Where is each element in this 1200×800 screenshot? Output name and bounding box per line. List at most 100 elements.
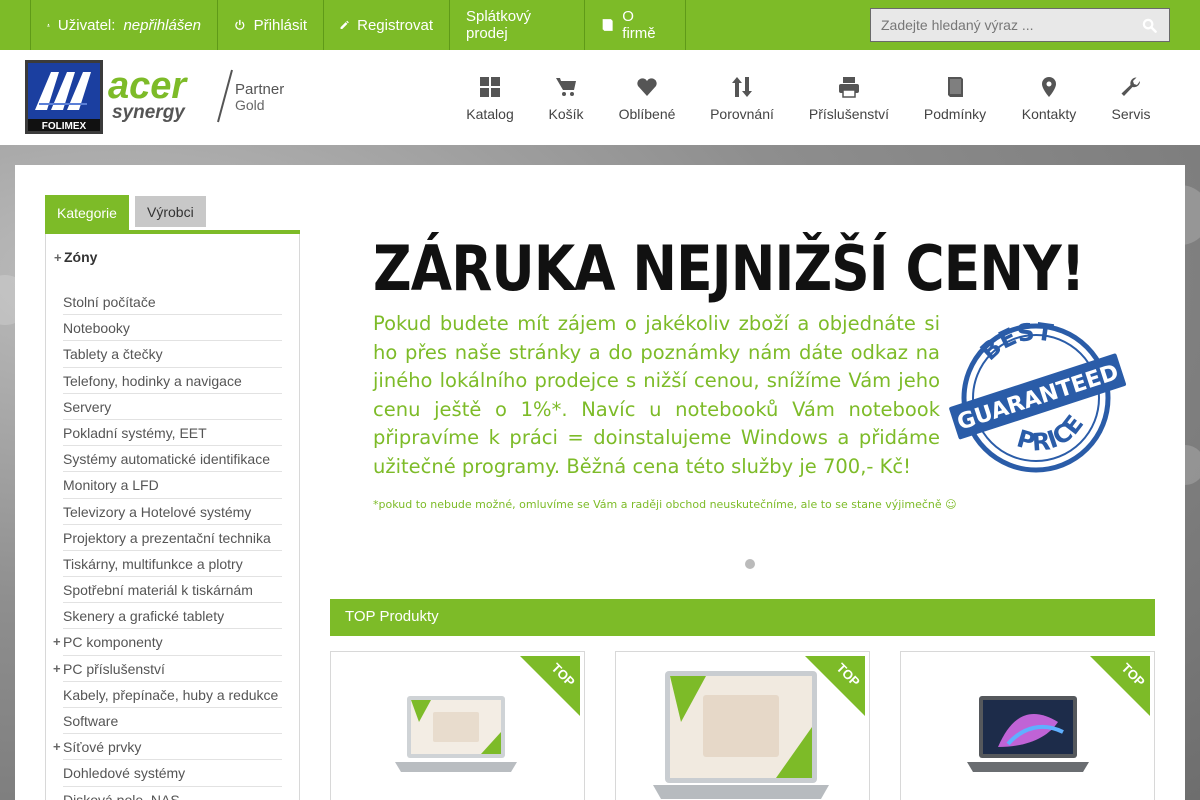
expand-plus-icon: + xyxy=(53,739,61,755)
about-link[interactable]: O firmě xyxy=(584,0,686,50)
nav-service-label: Servis xyxy=(1111,106,1151,122)
category-item[interactable]: Dohledové systémy xyxy=(63,760,282,787)
search-icon[interactable] xyxy=(1142,18,1157,33)
user-status[interactable]: Uživatel: nepřihlášen xyxy=(30,0,217,50)
top-badge: TOP xyxy=(520,656,580,716)
book-icon xyxy=(602,19,613,31)
laptop-image xyxy=(395,696,517,772)
nav-contacts[interactable]: Kontakty xyxy=(1018,76,1080,136)
pencil-icon xyxy=(340,20,349,29)
category-item[interactable]: Servery xyxy=(63,394,282,420)
category-zones-label: Zóny xyxy=(64,249,98,265)
search-box xyxy=(870,8,1170,42)
banner-title: ZÁRUKA NEJNIŽŠÍ CENY! xyxy=(373,232,1085,305)
nav-contacts-label: Kontakty xyxy=(1021,106,1077,122)
promo-banner[interactable]: ZÁRUKA NEJNIŽŠÍ CENY! Pokud budete mít z… xyxy=(330,210,1155,550)
cart-icon xyxy=(556,78,576,96)
product-card[interactable]: TOP xyxy=(615,651,870,800)
grid-icon xyxy=(480,77,500,97)
expand-plus-icon: + xyxy=(54,249,62,265)
nav-accessories[interactable]: Příslušenství xyxy=(805,76,893,136)
sort-arrows-icon xyxy=(732,77,752,97)
nav-terms[interactable]: Podmínky xyxy=(920,76,990,136)
header: FOLIMEX acer synergy Partner Gold Katalo… xyxy=(0,50,1200,145)
expand-plus-icon: + xyxy=(53,634,61,650)
nav-compare-label: Porovnání xyxy=(710,106,774,122)
laptop-image xyxy=(967,696,1089,772)
category-item[interactable]: Stolní počítače xyxy=(63,289,282,316)
category-item-label: Síťové prvky xyxy=(63,739,142,756)
banner-text: Pokud budete mít zájem o jakékoliv zboží… xyxy=(373,312,940,478)
power-icon xyxy=(235,19,245,30)
partner-label: Partner xyxy=(235,81,284,98)
nav-terms-label: Podmínky xyxy=(923,106,987,122)
category-item[interactable]: Projektory a prezentační technika xyxy=(63,525,282,551)
category-item-expandable[interactable]: + PC příslušenství xyxy=(53,656,282,682)
nav-catalog[interactable]: Katalog xyxy=(462,76,518,136)
book-icon xyxy=(948,77,963,97)
category-item-label: PC komponenty xyxy=(63,634,163,651)
user-icon xyxy=(47,23,50,27)
category-item[interactable]: Software xyxy=(63,708,282,735)
top-badge: TOP xyxy=(1090,656,1150,716)
nav-accessories-label: Příslušenství xyxy=(808,106,890,122)
category-item[interactable]: Notebooky xyxy=(63,315,282,342)
heart-icon xyxy=(637,78,657,96)
register-label: Registrovat xyxy=(357,16,433,34)
user-label: Uživatel: xyxy=(57,16,116,34)
about-label: O firmě xyxy=(622,8,656,42)
synergy-wordmark: synergy xyxy=(112,102,186,123)
nav-favorites-label: Oblíbené xyxy=(618,106,676,122)
category-zones[interactable]: + Zóny xyxy=(54,249,97,265)
category-item[interactable]: Kabely, přepínače, huby a redukce xyxy=(63,682,282,708)
category-sidebar: + Zóny Stolní počítače Notebooky Tablety… xyxy=(45,234,300,800)
gold-label: Gold xyxy=(235,97,265,113)
product-card[interactable]: TOP xyxy=(330,651,585,800)
nav-service[interactable]: Servis xyxy=(1108,76,1154,136)
category-item[interactable]: Televizory a Hotelové systémy xyxy=(63,499,282,525)
banner-note: *pokud to nebude možné, omluvíme se Vám … xyxy=(373,498,957,511)
category-item[interactable]: Tablety a čtečky xyxy=(63,341,282,368)
category-item[interactable]: Telefony, hodinky a navigace xyxy=(63,368,282,394)
map-pin-icon xyxy=(1042,77,1056,97)
carousel-dot[interactable] xyxy=(745,559,755,569)
nav-catalog-label: Katalog xyxy=(466,106,514,122)
category-item[interactable]: Disková pole, NAS xyxy=(63,787,282,800)
product-card[interactable]: TOP xyxy=(900,651,1155,800)
tab-manufacturers[interactable]: Výrobci xyxy=(135,196,206,227)
installment-label: Splátkový prodej xyxy=(466,8,532,42)
category-item-expandable[interactable]: + Síťové prvky xyxy=(53,734,282,761)
category-list: Stolní počítače Notebooky Tablety a čteč… xyxy=(53,289,282,800)
laptop-image xyxy=(653,671,829,799)
login-label: Přihlásit xyxy=(253,16,307,34)
category-item[interactable]: Skenery a grafické tablety xyxy=(63,603,282,630)
search-input[interactable] xyxy=(871,9,1131,41)
category-item-expandable[interactable]: + PC komponenty xyxy=(53,629,282,656)
tab-categories[interactable]: Kategorie xyxy=(45,195,129,231)
nav-favorites[interactable]: Oblíbené xyxy=(615,76,679,136)
top-products-header: TOP Produkty xyxy=(330,599,1155,636)
nav-compare[interactable]: Porovnání xyxy=(706,76,778,136)
nav-cart-label: Košík xyxy=(548,106,584,122)
category-item-label: PC příslušenství xyxy=(63,660,165,677)
category-item[interactable]: Tiskárny, multifunkce a plotry xyxy=(63,551,282,578)
category-item[interactable]: Monitory a LFD xyxy=(63,472,282,499)
user-status-value: nepřihlášen xyxy=(123,16,201,34)
printer-icon xyxy=(839,77,859,98)
category-item[interactable]: Spotřební materiál k tiskárnám xyxy=(63,577,282,604)
top-bar: Uživatel: nepřihlášen Přihlásit Registro… xyxy=(0,0,1200,50)
category-item[interactable]: Pokladní systémy, EET xyxy=(63,420,282,447)
login-link[interactable]: Přihlásit xyxy=(217,0,323,50)
top-badge: TOP xyxy=(805,656,865,716)
expand-plus-icon: + xyxy=(53,660,61,676)
folimex-wordmark: FOLIMEX xyxy=(42,121,87,132)
installment-link[interactable]: Splátkový prodej xyxy=(449,0,584,50)
category-item[interactable]: Systémy automatické identifikace xyxy=(63,446,282,473)
best-price-seal: BEST GUARANTEED PRICE xyxy=(949,318,1127,473)
register-link[interactable]: Registrovat xyxy=(323,0,449,50)
folimex-logo[interactable]: FOLIMEX xyxy=(25,60,103,134)
nav-cart[interactable]: Košík xyxy=(545,76,587,136)
acer-partner-logo[interactable]: acer synergy Partner Gold xyxy=(108,64,288,128)
wrench-icon xyxy=(1121,77,1141,96)
acer-wordmark: acer xyxy=(108,65,188,107)
